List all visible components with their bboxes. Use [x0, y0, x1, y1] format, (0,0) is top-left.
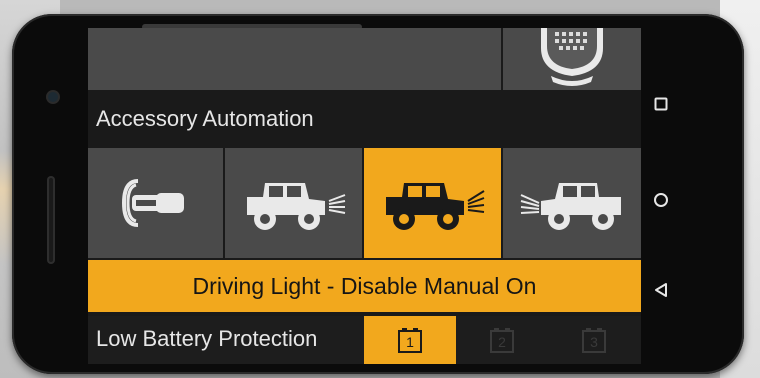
battery-level-2-button[interactable]: 2 [456, 316, 548, 364]
battery-level-1-button[interactable]: 1 [364, 316, 456, 364]
low-battery-title: Low Battery Protection [96, 326, 318, 351]
light-accessory-tile[interactable] [503, 28, 641, 90]
work-light-icon [541, 28, 603, 86]
front-camera [48, 92, 58, 102]
circle-icon [654, 193, 668, 207]
low-battery-protection-row: Low Battery Protection 1 2 3 [88, 316, 641, 364]
home-button[interactable] [649, 188, 673, 212]
rear-light-tile[interactable] [225, 148, 362, 258]
accessory-slot-empty[interactable] [88, 28, 501, 90]
battery-3-label: 3 [590, 334, 598, 350]
battery-2-icon: 2 [490, 328, 514, 353]
speaker-grille [47, 176, 55, 264]
ignition-key-icon [121, 179, 184, 227]
battery-1-icon: 1 [398, 328, 422, 353]
jeep-front-light-icon [520, 183, 621, 230]
accessory-automation-title: Accessory Automation [96, 106, 314, 131]
battery-level-3-button[interactable]: 3 [548, 316, 640, 364]
battery-2-label: 2 [498, 334, 506, 350]
recents-button[interactable] [649, 92, 673, 116]
app-screen: Accessory Automation Driving Light - Dis… [88, 28, 641, 364]
automation-status-label: Driving Light - Disable Manual On [192, 272, 537, 299]
driving-light-tile[interactable] [364, 148, 501, 258]
jeep-driving-light-icon [385, 183, 485, 230]
android-nav-bar [641, 28, 681, 364]
triangle-back-icon [655, 283, 667, 297]
front-light-tile[interactable] [503, 148, 641, 258]
back-button[interactable] [649, 278, 673, 302]
automation-status-banner: Driving Light - Disable Manual On [88, 260, 641, 312]
jeep-rear-light-icon [246, 183, 345, 230]
battery-1-label: 1 [406, 334, 414, 350]
battery-3-icon: 3 [582, 328, 606, 353]
automation-options [88, 148, 641, 258]
square-icon [654, 97, 668, 111]
ignition-key-tile[interactable] [88, 148, 223, 258]
